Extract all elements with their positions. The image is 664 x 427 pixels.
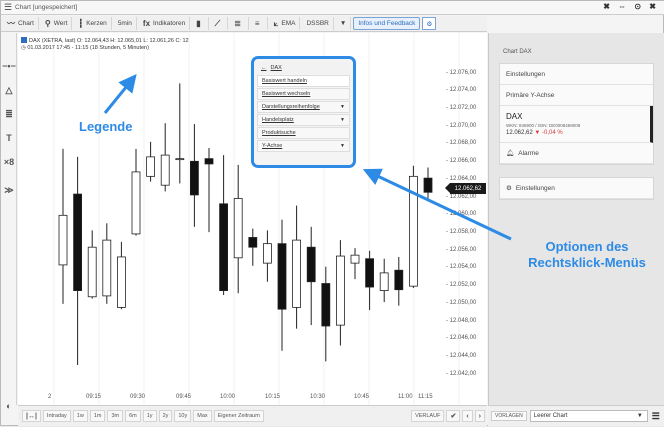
legend-annotation: Legende [79, 119, 133, 134]
annotation-arrows [103, 74, 512, 241]
app-window: ☰ Chart [ungespeichert] ✖ ⇔ ⊙ ✖ 〰 Chart ⚲… [0, 0, 664, 426]
menu-annotation: Optionen des Rechtsklick-Menüs [528, 239, 646, 270]
legend-arrow [103, 74, 137, 114]
menu-arrow [362, 168, 512, 241]
